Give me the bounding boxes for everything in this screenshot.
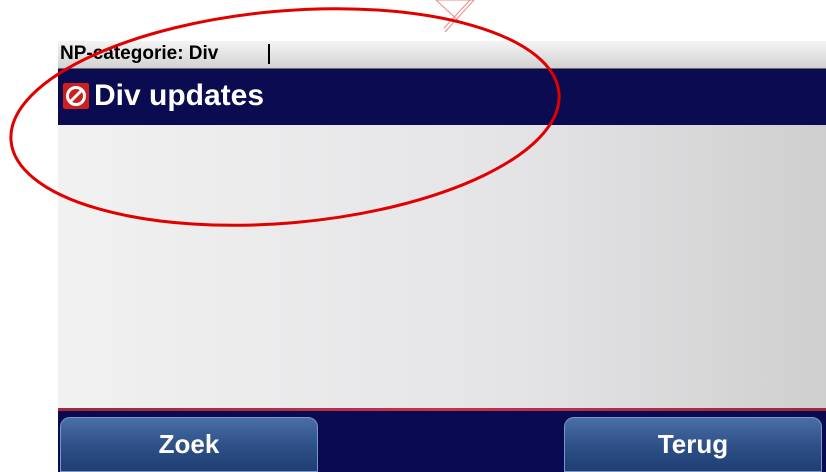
no-entry-icon (63, 83, 89, 109)
results-list (58, 125, 826, 408)
text-caret (268, 44, 270, 64)
arrow-outline-shape (435, 0, 475, 33)
back-button[interactable]: Terug (564, 417, 822, 472)
list-item-label: Div updates (94, 79, 265, 112)
search-button[interactable]: Zoek (60, 417, 318, 472)
search-text: NP-categorie: Div (60, 43, 219, 64)
list-item[interactable]: Div updates (58, 70, 826, 125)
search-input[interactable]: NP-categorie: Div (58, 41, 826, 69)
device-screen: NP-categorie: Div Div updates Zoek Terug (58, 41, 826, 472)
bottom-toolbar: Zoek Terug (58, 411, 826, 472)
